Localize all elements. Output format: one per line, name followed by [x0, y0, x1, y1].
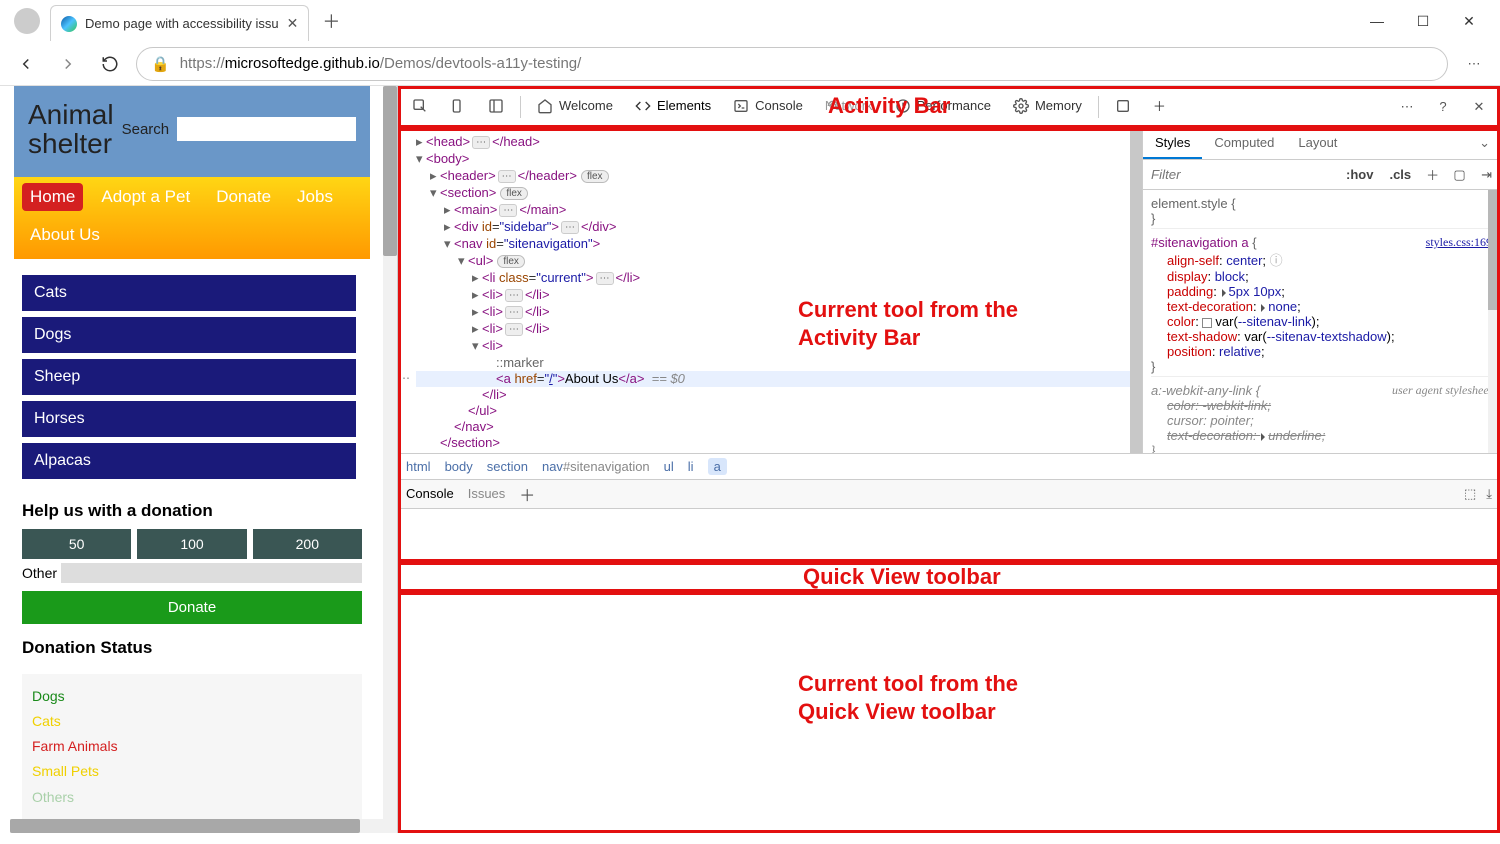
page-header: Animalshelter Search: [14, 86, 370, 177]
source-link[interactable]: styles.css:169: [1426, 235, 1492, 250]
window-titlebar: Demo page with accessibility issu ✕ ＋ — …: [0, 0, 1500, 42]
animal-link[interactable]: Sheep: [22, 359, 356, 395]
status-item: Small Pets: [32, 759, 352, 784]
tab-memory[interactable]: Memory: [1003, 87, 1092, 127]
quick-view-body[interactable]: [398, 509, 1500, 834]
new-style-rule-icon[interactable]: ＋: [1419, 165, 1446, 184]
more-tools-button[interactable]: ⋯: [1390, 90, 1424, 124]
status-item: Others: [32, 785, 352, 810]
qv-collapse-icon[interactable]: ⤓: [1486, 486, 1492, 502]
styles-filter-input[interactable]: [1143, 161, 1338, 189]
dom-tree[interactable]: ▸<head>⋯</head> ▾<body> ▸<header>⋯</head…: [398, 128, 1142, 453]
nav-about[interactable]: About Us: [22, 221, 108, 249]
activity-bar: Welcome Elements Console Network Perform…: [398, 86, 1500, 128]
styles-scrollbar[interactable]: [1488, 190, 1500, 453]
style-rules[interactable]: element.style {} styles.css:169 #sitenav…: [1143, 190, 1500, 453]
animal-link[interactable]: Horses: [22, 401, 356, 437]
nav-jobs[interactable]: Jobs: [289, 183, 341, 211]
donation-status: Dogs Cats Farm Animals Small Pets Others: [22, 674, 362, 824]
add-tab-button[interactable]: ＋: [1143, 87, 1176, 127]
toggle-sidebar-icon[interactable]: ⇥: [1473, 167, 1500, 183]
lock-icon: 🔒: [151, 55, 170, 73]
devtools-panel: Welcome Elements Console Network Perform…: [398, 86, 1500, 833]
search-input[interactable]: [177, 117, 356, 141]
quick-view-toolbar: Console Issues ＋ ⬚ ⤓: [398, 479, 1500, 509]
animal-link[interactable]: Cats: [22, 275, 356, 311]
styles-filter-row: :hov .cls ＋ ▢ ⇥: [1143, 160, 1500, 190]
status-item: Cats: [32, 709, 352, 734]
profile-avatar[interactable]: [14, 8, 40, 34]
dom-breadcrumbs[interactable]: html body section nav#sitenavigation ul …: [398, 453, 1500, 479]
other-amount-input[interactable]: [61, 563, 362, 583]
dock-button[interactable]: [478, 87, 514, 127]
styles-pane: Styles Computed Layout ⌄ :hov .cls ＋ ▢ ⇥…: [1142, 128, 1500, 453]
other-label: Other: [22, 565, 57, 581]
device-toggle-button[interactable]: [440, 87, 476, 127]
maximize-button[interactable]: ☐: [1400, 5, 1446, 37]
animal-list: Cats Dogs Sheep Horses Alpacas: [14, 259, 370, 487]
browser-tab[interactable]: Demo page with accessibility issu ✕: [50, 5, 309, 41]
edge-icon: [61, 16, 77, 32]
tab-close-icon[interactable]: ✕: [287, 15, 299, 32]
status-item: Dogs: [32, 684, 352, 709]
cls-toggle[interactable]: .cls: [1381, 167, 1419, 182]
site-title: Animalshelter: [28, 100, 114, 159]
donation-heading: Help us with a donation: [14, 487, 370, 529]
close-devtools-button[interactable]: ✕: [1462, 90, 1496, 124]
tab-title: Demo page with accessibility issu: [85, 16, 279, 31]
nav-adopt[interactable]: Adopt a Pet: [93, 183, 198, 211]
animal-link[interactable]: Alpacas: [22, 443, 356, 479]
animal-link[interactable]: Dogs: [22, 317, 356, 353]
donation-amounts: 50 100 200: [14, 529, 370, 559]
page-vscrollbar[interactable]: [383, 86, 397, 833]
window-controls: — ☐ ✕: [1354, 5, 1492, 37]
tab-elements[interactable]: Elements: [625, 87, 721, 127]
inspect-button[interactable]: [402, 87, 438, 127]
donation-other-row: Other: [14, 559, 370, 589]
search-label: Search: [122, 121, 170, 138]
computed-sidebar-icon[interactable]: ▢: [1446, 167, 1473, 183]
reload-button[interactable]: [94, 48, 126, 80]
tab-computed[interactable]: Computed: [1202, 128, 1286, 159]
dom-scrollbar[interactable]: [1130, 128, 1142, 453]
qv-tab-issues[interactable]: Issues: [468, 486, 506, 501]
tab-network[interactable]: Network: [815, 87, 883, 127]
tab-performance[interactable]: Performance: [885, 87, 1001, 127]
qv-tab-console[interactable]: Console: [406, 486, 454, 501]
elements-tool: ▸<head>⋯</head> ▾<body> ▸<header>⋯</head…: [398, 128, 1500, 453]
qv-dock-icon[interactable]: ⬚: [1464, 486, 1476, 502]
url-input[interactable]: 🔒 https://microsoftedge.github.io/Demos/…: [136, 47, 1448, 81]
status-item: Farm Animals: [32, 734, 352, 759]
tab-welcome[interactable]: Welcome: [527, 87, 623, 127]
new-tab-button[interactable]: ＋: [317, 7, 345, 35]
site-nav: Home Adopt a Pet Donate Jobs About Us: [14, 177, 370, 259]
nav-donate[interactable]: Donate: [208, 183, 279, 211]
rendered-page: Animalshelter Search Home Adopt a Pet Do…: [0, 86, 398, 833]
status-heading: Donation Status: [14, 624, 370, 666]
donation-200[interactable]: 200: [253, 529, 362, 559]
close-window-button[interactable]: ✕: [1446, 5, 1492, 37]
tab-layout[interactable]: Layout: [1286, 128, 1349, 159]
forward-button[interactable]: [52, 48, 84, 80]
styles-tabs: Styles Computed Layout ⌄: [1143, 128, 1500, 160]
tab-styles[interactable]: Styles: [1143, 128, 1202, 159]
address-bar: 🔒 https://microsoftedge.github.io/Demos/…: [0, 42, 1500, 86]
url-text: https://microsoftedge.github.io/Demos/de…: [180, 55, 582, 72]
styles-overflow-icon[interactable]: ⌄: [1469, 128, 1500, 159]
page-hscrollbar[interactable]: [10, 819, 383, 833]
back-button[interactable]: [10, 48, 42, 80]
nav-home[interactable]: Home: [22, 183, 83, 211]
donate-button[interactable]: Donate: [22, 591, 362, 624]
tab-overflow-button[interactable]: [1105, 87, 1141, 127]
browser-menu-button[interactable]: ⋯: [1458, 48, 1490, 80]
donation-100[interactable]: 100: [137, 529, 246, 559]
donation-50[interactable]: 50: [22, 529, 131, 559]
help-button[interactable]: ?: [1426, 90, 1460, 124]
minimize-button[interactable]: —: [1354, 5, 1400, 37]
hov-toggle[interactable]: :hov: [1338, 167, 1381, 182]
qv-add-tab[interactable]: ＋: [519, 482, 535, 506]
tab-console[interactable]: Console: [723, 87, 813, 127]
